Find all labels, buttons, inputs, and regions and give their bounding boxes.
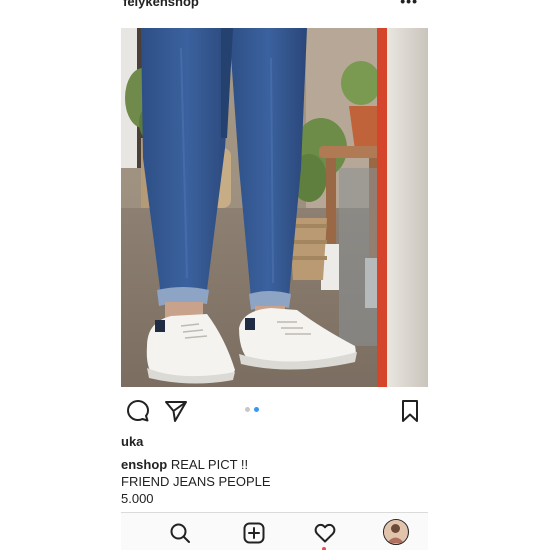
post-username[interactable]: felykenshop	[123, 0, 199, 10]
caption-line: enshop REAL PICT !!	[121, 457, 248, 473]
caption-username[interactable]: enshop	[121, 457, 167, 472]
app-viewport: felykenshop ••• uka enshop REAL PICT !! …	[121, 0, 428, 550]
avatar-photo	[384, 520, 407, 543]
comment-icon[interactable]	[125, 398, 151, 424]
share-icon[interactable]	[163, 398, 189, 424]
caption-line: 5.000	[121, 491, 154, 506]
search-icon[interactable]	[168, 521, 192, 545]
post-header: felykenshop •••	[121, 0, 428, 14]
bookmark-icon[interactable]	[397, 398, 423, 424]
post-photo[interactable]	[121, 28, 428, 387]
instagram-post-screen: felykenshop ••• uka enshop REAL PICT !! …	[0, 0, 550, 550]
activity-heart-icon[interactable]	[313, 521, 337, 545]
more-dots-icon[interactable]: •••	[400, 0, 418, 8]
bottom-tab-bar	[121, 512, 428, 550]
caption-line: FRIEND JEANS PEOPLE	[121, 474, 271, 489]
carousel-dot-active	[254, 407, 259, 412]
liked-by-text[interactable]: uka	[121, 434, 143, 450]
new-post-icon[interactable]	[242, 521, 266, 545]
carousel-dot	[245, 407, 250, 412]
caption-text: REAL PICT !!	[167, 457, 249, 472]
carousel-indicator	[245, 407, 265, 413]
profile-avatar[interactable]	[383, 519, 409, 545]
post-action-bar	[121, 396, 428, 426]
